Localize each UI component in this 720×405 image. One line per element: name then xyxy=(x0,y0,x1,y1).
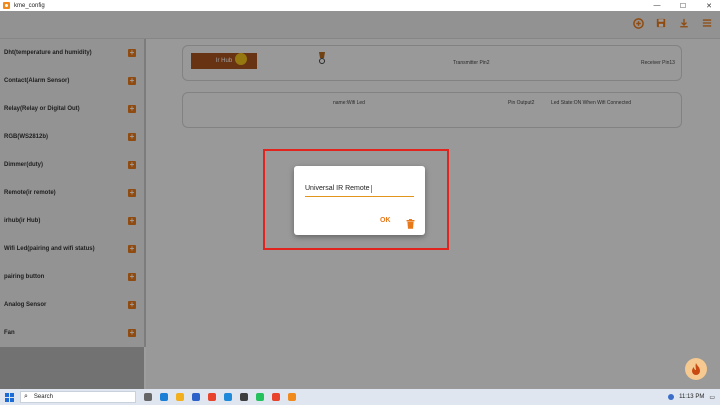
file-explorer-icon[interactable] xyxy=(176,393,184,401)
minimize-button[interactable]: — xyxy=(652,2,662,9)
taskbar-search[interactable]: ⌕ Search xyxy=(20,391,136,403)
vscode-icon[interactable] xyxy=(224,393,232,401)
taskbar-search-label: Search xyxy=(33,394,53,400)
task-view-icon[interactable] xyxy=(144,393,152,401)
whatsapp-icon[interactable] xyxy=(256,393,264,401)
device-name-input[interactable]: Universal IR Remote xyxy=(305,181,414,197)
app-icon xyxy=(3,2,10,9)
kme-config-task-icon[interactable] xyxy=(288,393,296,401)
trash-icon[interactable] xyxy=(406,216,415,229)
notification-icon[interactable]: ▭ xyxy=(709,394,715,401)
search-icon: ⌕ xyxy=(24,393,28,400)
terminal-icon[interactable] xyxy=(240,393,248,401)
fire-action-button[interactable] xyxy=(685,358,707,380)
device-name-value: Universal IR Remote xyxy=(305,185,370,192)
store-icon[interactable] xyxy=(192,393,200,401)
system-tray: 11:13 PM ▭ xyxy=(668,389,715,405)
chrome-icon[interactable] xyxy=(208,393,216,401)
maximize-button[interactable]: ☐ xyxy=(678,2,688,10)
text-caret xyxy=(370,184,372,193)
title-bar: kme_config — ☐ ✕ xyxy=(0,0,720,11)
window-title: kme_config xyxy=(14,2,45,9)
clock[interactable]: 11:13 PM xyxy=(679,394,704,400)
window-controls: — ☐ ✕ xyxy=(652,0,714,11)
edge-icon[interactable] xyxy=(160,393,168,401)
close-button[interactable]: ✕ xyxy=(704,2,714,10)
windows-start-icon[interactable] xyxy=(5,392,14,402)
chrome-icon-2[interactable] xyxy=(272,393,280,401)
taskbar-apps xyxy=(144,393,296,401)
help-icon[interactable] xyxy=(668,394,675,400)
rename-dialog: Universal IR Remote OK xyxy=(294,166,425,235)
ok-button[interactable]: OK xyxy=(380,217,391,224)
taskbar: ⌕ Search 11:13 PM ▭ xyxy=(0,389,720,405)
